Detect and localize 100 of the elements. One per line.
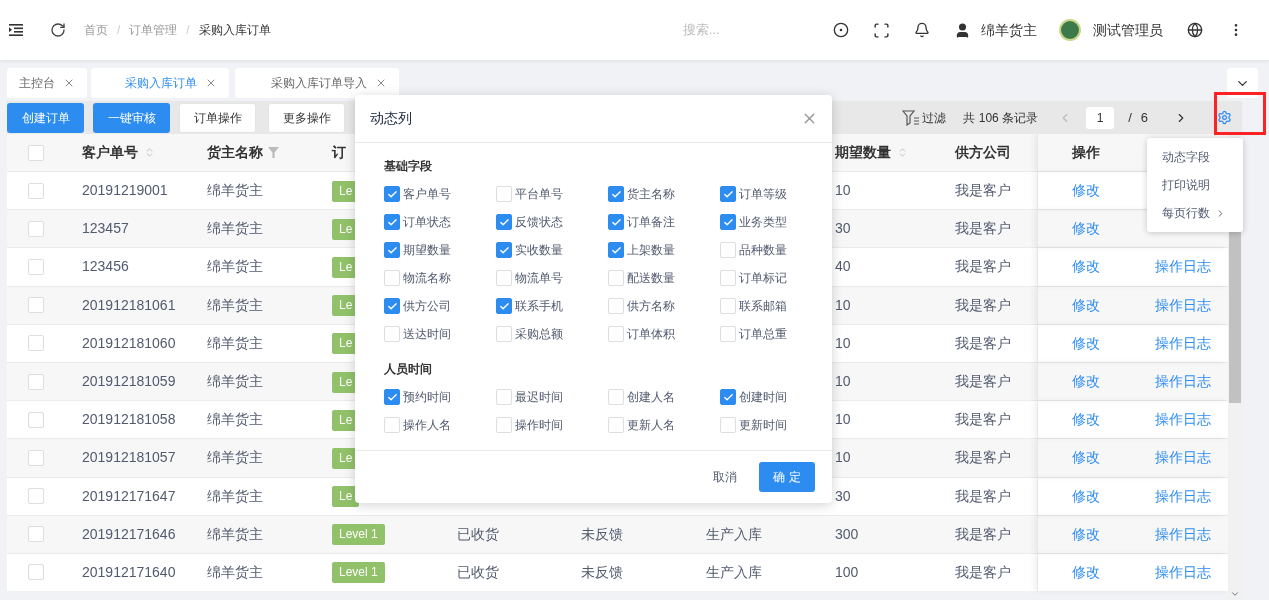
log-link[interactable]: 操作日志 xyxy=(1155,523,1211,545)
column-checkbox[interactable] xyxy=(608,242,624,258)
sort-icon[interactable] xyxy=(144,147,155,158)
row-checkbox[interactable] xyxy=(28,373,44,390)
row-checkbox[interactable] xyxy=(28,258,44,275)
edit-link[interactable]: 修改 xyxy=(1072,294,1155,316)
row-checkbox[interactable] xyxy=(28,449,44,466)
log-link[interactable]: 操作日志 xyxy=(1155,256,1211,278)
column-checkbox[interactable] xyxy=(720,186,736,202)
checkbox-label: 更新人名 xyxy=(627,417,675,434)
filter-icon[interactable] xyxy=(268,147,279,158)
check-icon xyxy=(722,391,734,403)
column-checkbox[interactable] xyxy=(496,242,512,258)
checkbox-label: 更新时间 xyxy=(739,417,787,434)
table-cell: 绵羊货主 xyxy=(207,220,263,237)
table-cell: 绵羊货主 xyxy=(207,258,263,275)
cancel-button[interactable]: 取消 xyxy=(713,468,737,486)
row-checkbox[interactable] xyxy=(28,411,44,428)
user-name[interactable]: 绵羊货主 xyxy=(980,19,1037,41)
edit-link[interactable]: 修改 xyxy=(1072,332,1155,354)
column-checkbox[interactable] xyxy=(608,186,624,202)
check-icon xyxy=(386,391,398,403)
row-checkbox[interactable] xyxy=(28,564,44,581)
bell-icon[interactable] xyxy=(913,22,930,38)
column-checkbox[interactable] xyxy=(496,298,512,314)
log-link[interactable]: 操作日志 xyxy=(1155,447,1211,469)
admin-name[interactable]: 测试管理员 xyxy=(1092,19,1163,41)
page-tab[interactable]: 主控台 xyxy=(7,68,87,98)
table-cell: 绵羊货主 xyxy=(207,487,263,504)
sort-icon[interactable] xyxy=(897,147,908,158)
filter-label[interactable]: 过滤 xyxy=(922,108,947,127)
toolbar-button[interactable]: 一键审核 xyxy=(93,102,170,133)
row-checkbox[interactable] xyxy=(28,488,44,505)
settings-icon[interactable] xyxy=(1217,110,1232,125)
globe-icon[interactable] xyxy=(1186,22,1203,38)
checkbox-label: 订单总重 xyxy=(739,326,787,343)
select-all-checkbox[interactable] xyxy=(28,144,44,161)
column-header: 货主名称 xyxy=(207,143,263,162)
page-field[interactable]: 1 xyxy=(1086,106,1115,129)
avatar[interactable] xyxy=(1058,19,1081,41)
table-cell: 30 xyxy=(835,220,851,237)
column-header: 期望数量 xyxy=(834,143,891,162)
column-checkbox[interactable] xyxy=(384,298,400,314)
column-checkbox[interactable] xyxy=(496,214,512,230)
column-checkbox[interactable] xyxy=(384,186,400,202)
menu-icon[interactable] xyxy=(9,24,23,36)
level-badge: Level 1 xyxy=(332,524,385,546)
edit-link[interactable]: 修改 xyxy=(1072,409,1155,431)
log-link[interactable]: 操作日志 xyxy=(1155,294,1211,316)
toolbar-button[interactable]: 订单操作 xyxy=(179,102,256,133)
menu-item[interactable]: 每页行数 xyxy=(1147,199,1243,227)
row-checkbox[interactable] xyxy=(28,297,44,314)
toolbar-button[interactable]: 更多操作 xyxy=(268,102,345,133)
edit-link[interactable]: 修改 xyxy=(1072,485,1155,507)
close-icon[interactable] xyxy=(375,77,387,89)
refresh-icon[interactable] xyxy=(50,22,66,38)
breadcrumb-separator: / xyxy=(117,22,121,39)
breadcrumb-separator: / xyxy=(186,22,190,39)
close-icon[interactable] xyxy=(63,77,75,89)
column-checkbox[interactable] xyxy=(720,389,736,405)
menu-item[interactable]: 打印说明 xyxy=(1147,171,1243,199)
dialog-title: 动态列 xyxy=(370,109,412,128)
breadcrumb-link[interactable]: 订单管理 xyxy=(129,21,178,39)
toolbar-button[interactable]: 创建订单 xyxy=(7,102,84,133)
checkbox-label: 供方名称 xyxy=(627,298,675,315)
check-icon xyxy=(386,188,398,200)
edit-link[interactable]: 修改 xyxy=(1072,523,1155,545)
confirm-button[interactable]: 确 定 xyxy=(759,462,815,492)
menu-item[interactable]: 动态字段 xyxy=(1147,143,1243,171)
edit-link[interactable]: 修改 xyxy=(1072,371,1155,393)
column-checkbox[interactable] xyxy=(384,389,400,405)
log-link[interactable]: 操作日志 xyxy=(1155,371,1211,393)
checkbox-label: 期望数量 xyxy=(403,242,451,259)
column-checkbox[interactable] xyxy=(384,242,400,258)
table-cell: 100 xyxy=(835,563,859,580)
fullscreen-icon[interactable] xyxy=(872,21,890,39)
page-tab[interactable]: 采购入库订单导入 xyxy=(235,68,399,98)
edit-link[interactable]: 修改 xyxy=(1072,447,1155,469)
column-checkbox[interactable] xyxy=(384,214,400,230)
scroll-down-icon[interactable] xyxy=(1230,589,1240,599)
table-cell: 生产入库 xyxy=(706,525,762,542)
checkbox-label: 订单体积 xyxy=(627,326,675,343)
close-icon[interactable] xyxy=(205,77,217,89)
edit-link[interactable]: 修改 xyxy=(1072,561,1155,583)
column-checkbox[interactable] xyxy=(608,214,624,230)
log-link[interactable]: 操作日志 xyxy=(1155,332,1211,354)
checkbox-label: 最迟时间 xyxy=(515,389,563,406)
search-field[interactable]: 搜索... xyxy=(682,20,803,40)
row-checkbox[interactable] xyxy=(28,220,44,237)
breadcrumb-link[interactable]: 首页 xyxy=(84,21,108,39)
log-link[interactable]: 操作日志 xyxy=(1155,561,1211,583)
edit-link[interactable]: 修改 xyxy=(1072,256,1155,278)
target-icon[interactable] xyxy=(832,22,849,38)
column-checkbox[interactable] xyxy=(720,214,736,230)
log-link[interactable]: 操作日志 xyxy=(1155,409,1211,431)
row-checkbox[interactable] xyxy=(28,526,44,543)
page-tab[interactable]: 采购入库订单 xyxy=(91,68,229,98)
row-checkbox[interactable] xyxy=(28,182,44,199)
row-checkbox[interactable] xyxy=(28,335,44,352)
log-link[interactable]: 操作日志 xyxy=(1155,485,1211,507)
